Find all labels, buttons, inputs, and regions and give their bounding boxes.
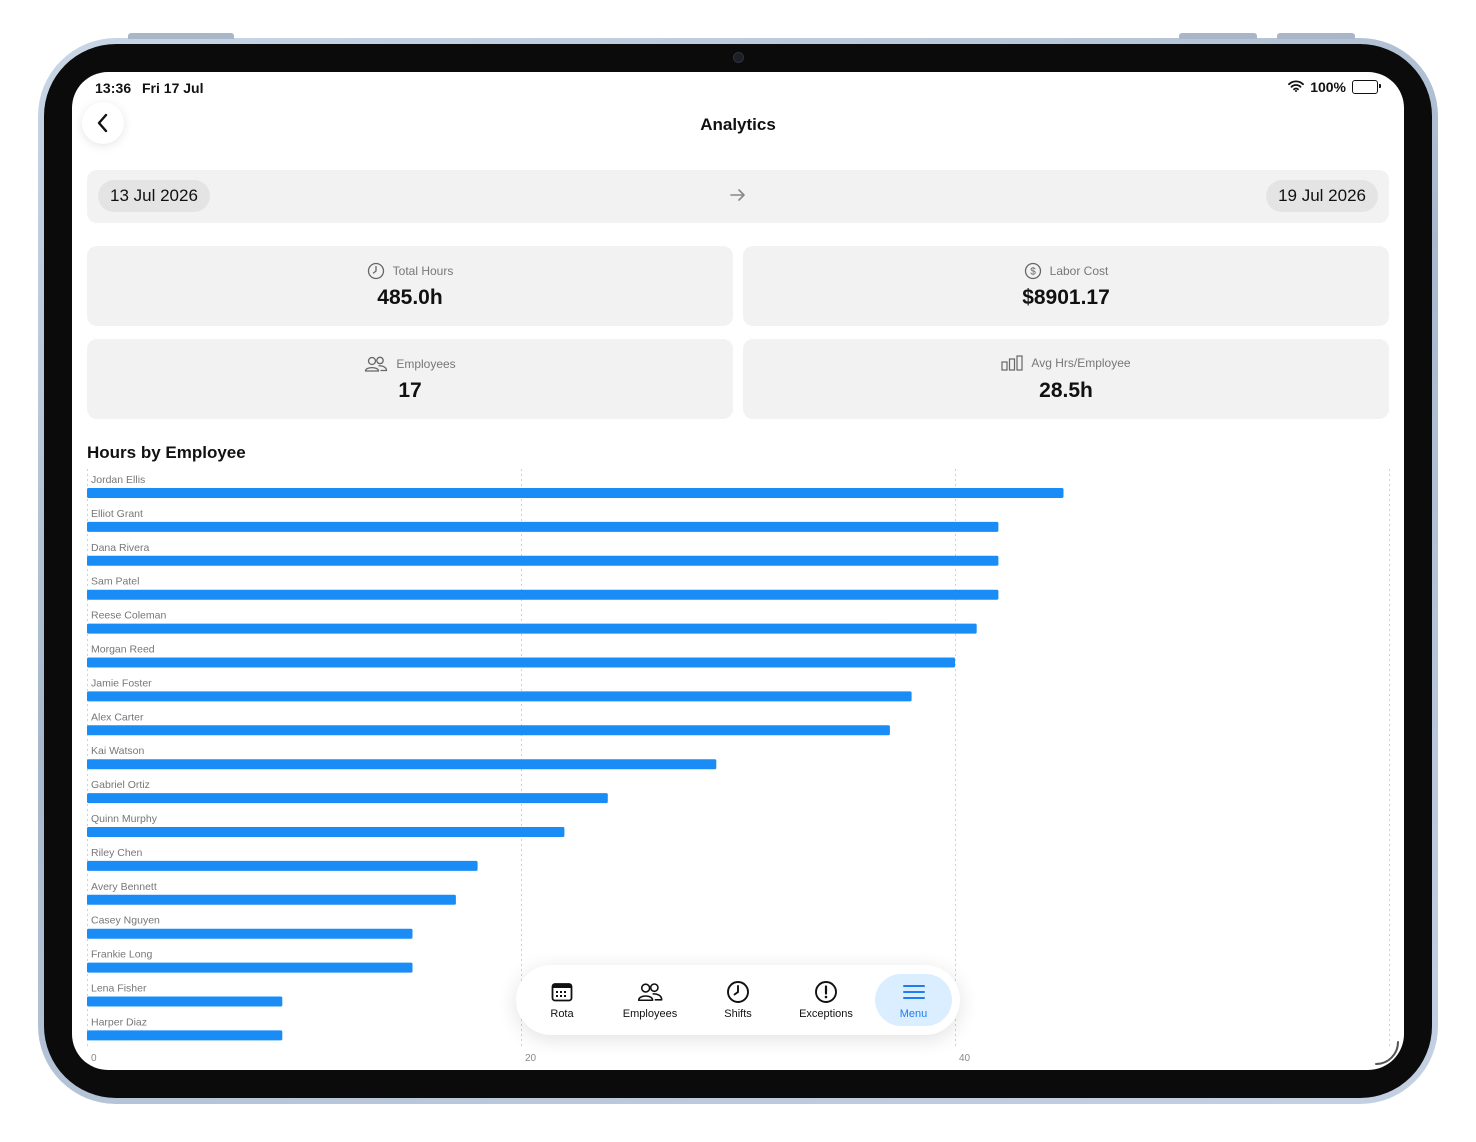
- bar-chart-icon: [1001, 355, 1024, 371]
- bar: [87, 827, 565, 837]
- category-label: Casey Nguyen: [91, 915, 160, 927]
- category-label: Elliot Grant: [91, 508, 143, 520]
- stat-value: 17: [398, 379, 422, 402]
- tab-shifts[interactable]: Shifts: [708, 970, 768, 1030]
- bar: [87, 759, 717, 770]
- stat-value: $8901.17: [1022, 286, 1110, 309]
- end-date-button[interactable]: 19 Jul 2026: [1266, 180, 1378, 212]
- employees-card: Employees 17: [87, 339, 733, 419]
- tab-label: Shifts: [724, 1008, 752, 1020]
- category-label: Avery Bennett: [91, 881, 157, 893]
- bar: [87, 996, 283, 1007]
- bar: [87, 488, 1064, 498]
- resize-handle-icon: [1375, 1041, 1399, 1065]
- total-hours-card: Total Hours 485.0h: [87, 246, 733, 326]
- bar: [87, 691, 912, 702]
- category-label: Jamie Foster: [91, 677, 152, 689]
- tab-label: Employees: [622, 1008, 678, 1020]
- chart-title: Hours by Employee: [87, 443, 246, 462]
- menu-icon: [901, 980, 927, 1004]
- volume-button: [128, 33, 234, 39]
- category-label: Quinn Murphy: [91, 813, 158, 825]
- stat-label: Total Hours: [392, 264, 454, 278]
- category-label: Riley Chen: [91, 847, 143, 859]
- bar: [87, 860, 478, 871]
- category-label: Gabriel Ortiz: [91, 779, 150, 791]
- calendar-icon: [549, 980, 575, 1004]
- tab-label: Exceptions: [799, 1008, 853, 1020]
- power-button: [1179, 33, 1257, 39]
- avg-hours-card: Avg Hrs/Employee 28.5h: [743, 339, 1389, 419]
- camera-icon: [733, 52, 744, 63]
- bar: [87, 623, 977, 634]
- tab-employees[interactable]: Employees: [614, 970, 686, 1030]
- category-label: Harper Diaz: [91, 1016, 147, 1028]
- bar: [87, 589, 999, 600]
- tab-exceptions[interactable]: Exceptions: [788, 970, 864, 1030]
- category-label: Kai Watson: [91, 745, 144, 757]
- status-date: Fri 17 Jul: [142, 80, 204, 96]
- x-tick-label: 0: [91, 1053, 97, 1064]
- arrow-right-icon: [730, 189, 745, 201]
- people-icon: [637, 980, 663, 1004]
- dollar-circle-icon: $: [1024, 262, 1041, 280]
- page-title: Analytics: [700, 115, 776, 134]
- battery-percent: 100%: [1310, 79, 1346, 95]
- category-label: Sam Patel: [91, 576, 139, 588]
- stat-label: Avg Hrs/Employee: [1031, 356, 1131, 370]
- tab-menu[interactable]: Menu: [875, 974, 952, 1026]
- exclamation-circle-icon: [813, 980, 839, 1004]
- people-icon: [365, 356, 388, 372]
- app-screen: 13:36 Fri 17 Jul 100% Analytics 13 Jul 2…: [72, 72, 1404, 1070]
- category-label: Lena Fisher: [91, 983, 147, 995]
- clock-icon: [725, 980, 751, 1004]
- category-label: Dana Rivera: [91, 542, 150, 554]
- bar: [87, 793, 608, 804]
- tab-bar: Rota Employees Shifts Exceptions Menu: [516, 965, 960, 1035]
- category-label: Reese Coleman: [91, 610, 166, 622]
- bar: [87, 894, 456, 905]
- battery-icon: [1352, 80, 1381, 94]
- volume-button: [1277, 33, 1355, 39]
- labor-cost-card: $ Labor Cost $8901.17: [743, 246, 1389, 326]
- bar: [87, 928, 413, 939]
- tab-label: Rota: [550, 1008, 574, 1020]
- category-label: Frankie Long: [91, 949, 152, 961]
- status-time: 13:36: [95, 80, 132, 96]
- bar: [87, 725, 890, 736]
- wifi-icon: [1288, 79, 1305, 95]
- bar: [87, 657, 955, 668]
- tab-rota[interactable]: Rota: [532, 970, 592, 1030]
- svg-text:$: $: [1030, 267, 1036, 278]
- x-tick-label: 40: [959, 1053, 971, 1064]
- stat-label: Labor Cost: [1049, 264, 1109, 278]
- x-tick-label: 20: [525, 1053, 537, 1064]
- date-range-selector: 13 Jul 2026 19 Jul 2026: [87, 170, 1389, 223]
- bar: [87, 555, 999, 566]
- start-date-button[interactable]: 13 Jul 2026: [98, 180, 210, 212]
- clock-icon: [367, 262, 384, 280]
- category-label: Jordan Ellis: [91, 474, 145, 486]
- bar: [87, 962, 413, 973]
- status-indicators: 100%: [1288, 79, 1381, 95]
- bar: [87, 1030, 283, 1041]
- bar: [87, 521, 999, 532]
- stat-value: 485.0h: [377, 286, 443, 309]
- stat-value: 28.5h: [1039, 379, 1093, 402]
- category-label: Morgan Reed: [91, 644, 155, 656]
- stat-label: Employees: [396, 357, 456, 371]
- tab-label: Menu: [899, 1008, 928, 1020]
- category-label: Alex Carter: [91, 711, 144, 723]
